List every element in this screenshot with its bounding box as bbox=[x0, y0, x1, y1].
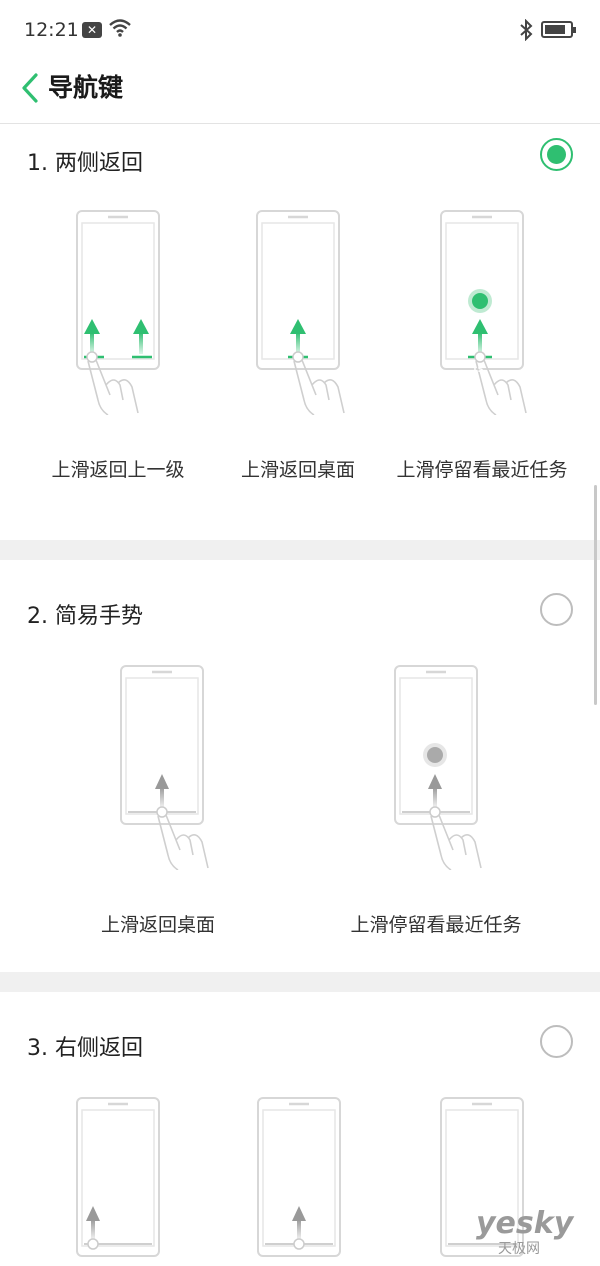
gesture-label: 上滑返回桌面 bbox=[100, 914, 215, 936]
status-time: 12:21 bbox=[24, 19, 79, 41]
section-divider bbox=[0, 540, 600, 560]
option-radio[interactable] bbox=[540, 138, 573, 171]
watermark-sub: 天极网 bbox=[498, 1241, 540, 1257]
gesture-label: 上滑返回上一级 bbox=[51, 459, 185, 481]
gesture-recents: 1S bbox=[392, 195, 572, 415]
wifi-icon bbox=[109, 19, 131, 37]
battery-icon bbox=[541, 21, 576, 38]
option-two-side-back[interactable]: 1. 两侧返回 上滑返回上一级 上滑返回桌面 1S 上滑停留看最近任务 bbox=[0, 125, 600, 540]
gesture-home bbox=[72, 650, 252, 870]
watermark-main: yesky bbox=[476, 1206, 574, 1241]
scrollbar[interactable] bbox=[594, 485, 597, 705]
gesture-home bbox=[208, 195, 388, 415]
notification-icon: ✕ bbox=[82, 22, 102, 38]
page-title: 导航键 bbox=[48, 73, 124, 102]
gesture-preview bbox=[28, 1082, 208, 1266]
section-divider bbox=[0, 972, 600, 992]
option-radio[interactable] bbox=[540, 1025, 573, 1058]
option-title: 2. 简易手势 bbox=[27, 604, 143, 629]
gesture-label: 上滑停留看最近任务 bbox=[350, 914, 522, 936]
hold-badge: 1S bbox=[472, 365, 484, 374]
watermark-logo: yesky 天极网 bbox=[476, 1206, 596, 1262]
battery-level bbox=[545, 25, 566, 34]
option-radio[interactable] bbox=[540, 593, 573, 626]
gesture-recents bbox=[346, 650, 526, 870]
option-simple-gesture[interactable]: 2. 简易手势 上滑返回桌面 上滑停留看最近任务 bbox=[0, 560, 600, 972]
gesture-label: 上滑停留看最近任务 bbox=[396, 459, 568, 481]
bluetooth-icon bbox=[520, 19, 533, 41]
status-bar: 12:21 ✕ bbox=[0, 0, 600, 60]
option-title: 3. 右侧返回 bbox=[27, 1036, 143, 1061]
title-bar: 导航键 bbox=[0, 60, 600, 124]
back-button[interactable] bbox=[14, 66, 48, 106]
gesture-label: 上滑返回桌面 bbox=[240, 459, 355, 481]
gesture-back bbox=[28, 195, 208, 415]
gesture-preview bbox=[209, 1082, 389, 1266]
chevron-left-icon bbox=[22, 73, 38, 103]
option-title: 1. 两侧返回 bbox=[27, 151, 143, 176]
